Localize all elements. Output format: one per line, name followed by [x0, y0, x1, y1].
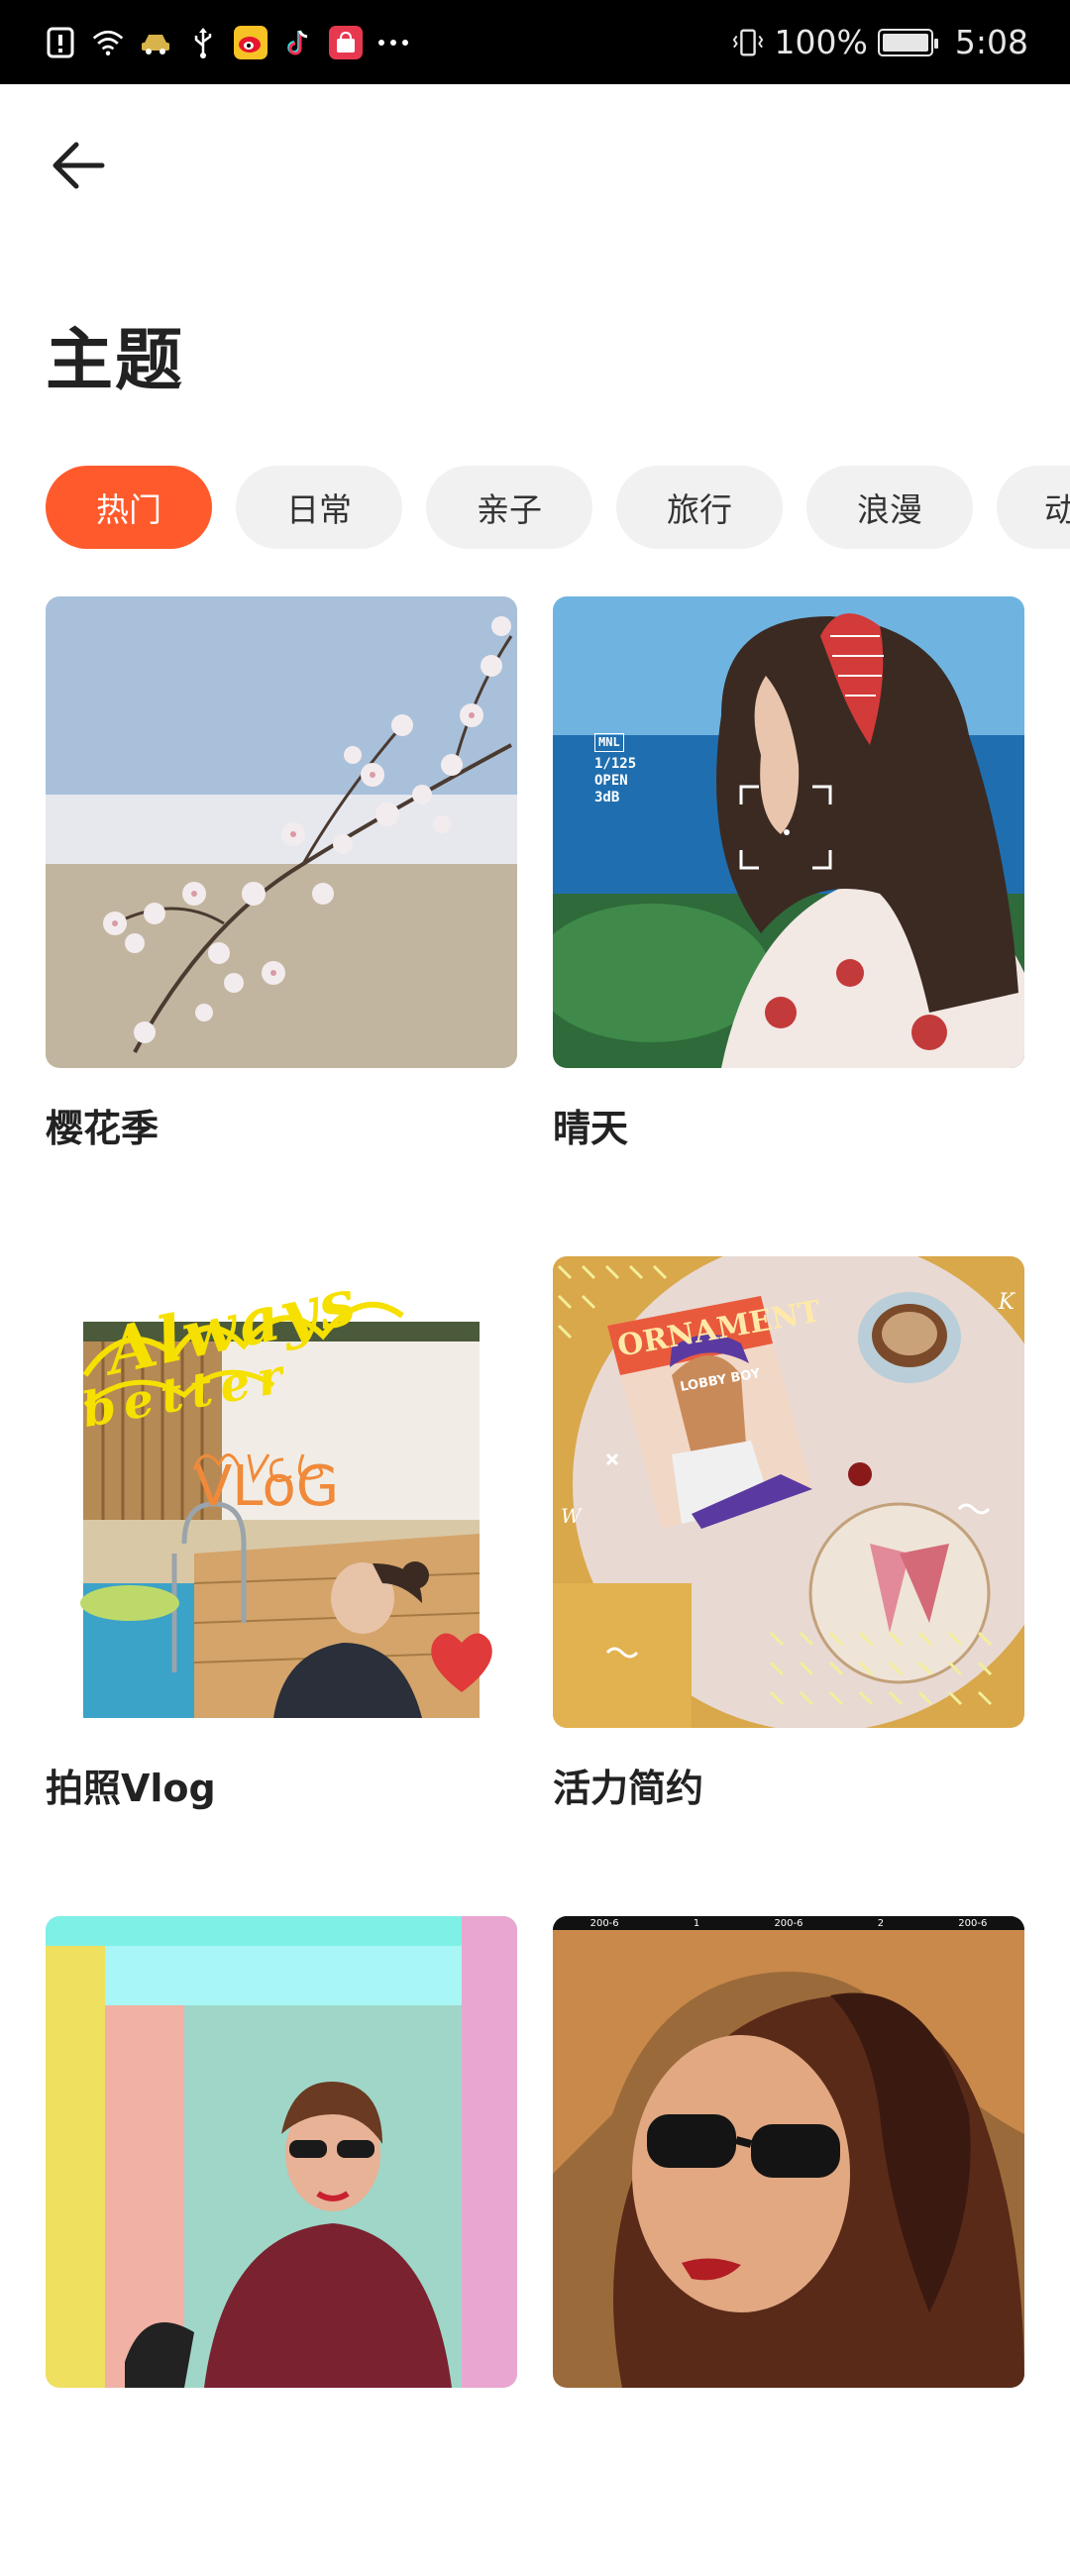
theme-thumbnail: Always better VLoG: [46, 1256, 517, 1728]
theme-grid: 樱花季 MNL 1/125 OPEN 3dB 晴天 Always better …: [46, 596, 1026, 2576]
tab-travel[interactable]: 旅行: [616, 466, 783, 549]
camera-mode: OPEN: [594, 773, 628, 789]
theme-thumbnail: ORNAMENT LOBBY BOY K W: [553, 1256, 1024, 1728]
status-bar: 100% 5:08: [0, 0, 1070, 84]
weibo-icon: [234, 25, 268, 59]
battery-icon: [877, 28, 938, 56]
camera-shutter: 1/125: [594, 756, 637, 772]
wifi-icon: [91, 26, 125, 59]
tiktok-icon: [281, 25, 315, 59]
theme-card[interactable]: ORNAMENT LOBBY BOY K W 活力简约: [553, 1256, 1024, 1916]
back-arrow-icon: [53, 142, 105, 189]
theme-name: 活力简约: [553, 1767, 704, 1810]
theme-thumbnail: [46, 1916, 517, 2388]
vlog-tag-text: VLoG: [194, 1454, 340, 1519]
camera-brand: MNL: [594, 733, 624, 752]
theme-card[interactable]: 樱花季: [46, 596, 517, 1256]
theme-name: 拍照Vlog: [46, 1767, 216, 1810]
car-icon: [139, 26, 172, 59]
page-title: 主题: [46, 322, 185, 400]
status-right: 100% 5:08: [731, 23, 1028, 61]
theme-thumbnail: [46, 596, 517, 1068]
ruler-mark: 200-6: [589, 1917, 619, 1929]
ruler-mark: 1: [693, 1917, 700, 1929]
alert-icon: [44, 26, 77, 59]
usb-icon: [186, 26, 220, 59]
status-left: [44, 25, 410, 59]
tab-more-partial[interactable]: 动: [997, 466, 1070, 549]
theme-thumbnail: MNL 1/125 OPEN 3dB: [553, 596, 1024, 1068]
category-tabs: 热门 日常 亲子 旅行 浪漫 动: [46, 466, 1070, 549]
camera-gain: 3dB: [594, 790, 620, 805]
ruler-mark: 2: [877, 1917, 885, 1929]
more-icon: [376, 26, 410, 59]
corner-mark-w: W: [561, 1504, 582, 1528]
tab-romance[interactable]: 浪漫: [806, 466, 973, 549]
theme-card[interactable]: 200-6 1 200-6 2 200-6: [553, 1916, 1024, 2576]
back-button[interactable]: [44, 131, 113, 200]
ruler-mark: 200-6: [774, 1917, 803, 1929]
theme-card[interactable]: Always better VLoG 拍照Vlog: [46, 1256, 517, 1916]
ruler-mark: 200-6: [958, 1917, 988, 1929]
tab-family[interactable]: 亲子: [426, 466, 592, 549]
theme-thumbnail: 200-6 1 200-6 2 200-6: [553, 1916, 1024, 2388]
tab-daily[interactable]: 日常: [236, 466, 402, 549]
theme-card[interactable]: MNL 1/125 OPEN 3dB 晴天: [553, 596, 1024, 1256]
status-time: 5:08: [954, 23, 1028, 61]
camera-info-overlay: MNL 1/125 OPEN 3dB: [594, 733, 636, 806]
corner-mark-k: K: [998, 1290, 1015, 1315]
film-ruler: 200-6 1 200-6 2 200-6: [553, 1916, 1024, 1930]
theme-name: 樱花季: [46, 1107, 160, 1150]
battery-percent: 100%: [774, 23, 868, 61]
theme-card[interactable]: [46, 1916, 517, 2576]
shop-icon: [329, 25, 363, 59]
theme-name: 晴天: [553, 1107, 629, 1150]
vibrate-icon: [731, 26, 765, 59]
tab-hot[interactable]: 热门: [46, 466, 212, 549]
